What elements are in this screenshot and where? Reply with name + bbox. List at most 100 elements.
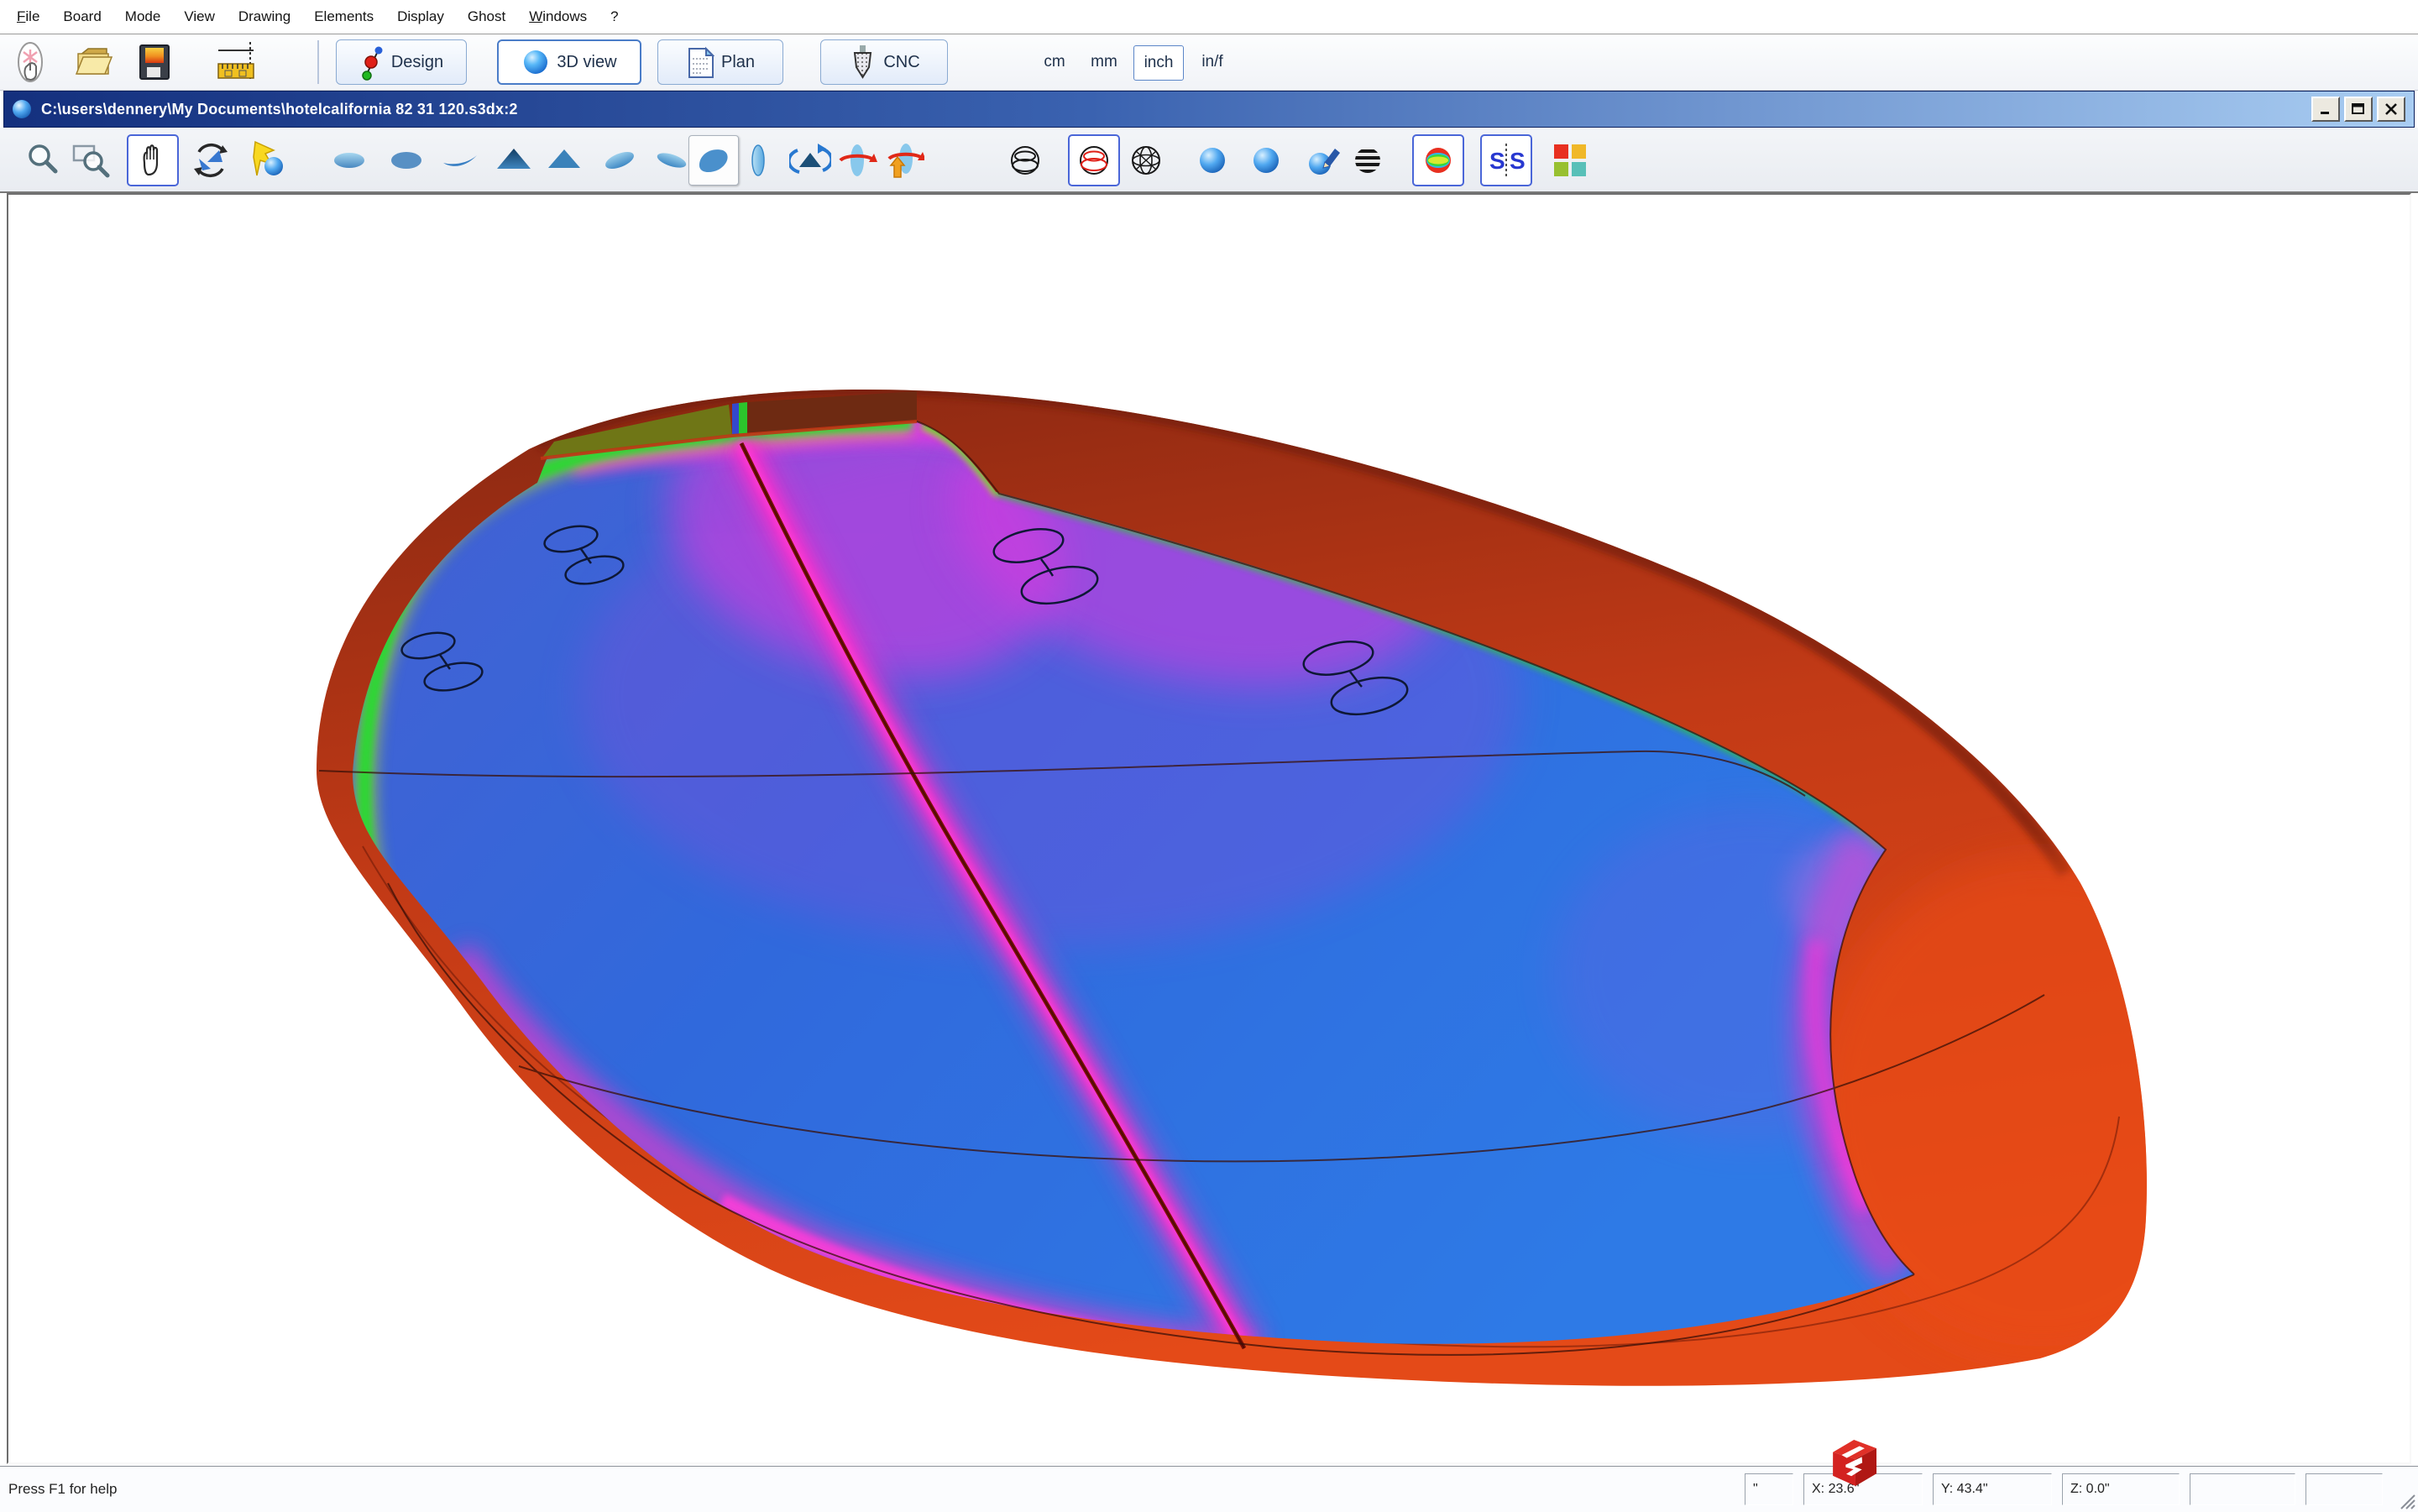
shaded-smooth-sphere-icon bbox=[1246, 140, 1286, 180]
menu-mode[interactable]: Mode bbox=[113, 0, 173, 34]
symmetry-check-button[interactable]: S S bbox=[1480, 134, 1532, 186]
design-mode-button[interactable]: Design bbox=[336, 39, 467, 85]
view-top-button[interactable] bbox=[328, 139, 370, 181]
sketchup-logo-icon bbox=[1824, 1432, 1886, 1491]
view-outline-icon bbox=[739, 141, 777, 180]
svg-text:S: S bbox=[1489, 148, 1505, 174]
unit-inch[interactable]: inch bbox=[1133, 45, 1184, 81]
zoom-window-icon bbox=[71, 141, 112, 180]
menu-board[interactable]: Board bbox=[51, 0, 113, 34]
menu-elements[interactable]: Elements bbox=[302, 0, 385, 34]
save-icon bbox=[135, 42, 174, 82]
textured-sphere-icon bbox=[1301, 140, 1343, 180]
save-file-button[interactable] bbox=[133, 40, 176, 84]
menu-help[interactable]: ? bbox=[599, 0, 630, 34]
view-persp-right-icon bbox=[652, 141, 691, 180]
view-toolbar: S S bbox=[0, 128, 2418, 193]
3d-view-mode-button[interactable]: 3D view bbox=[497, 39, 641, 85]
pan-tool-button[interactable] bbox=[127, 134, 179, 186]
unit-mm[interactable]: mm bbox=[1083, 45, 1125, 79]
open-file-button[interactable] bbox=[72, 40, 116, 84]
auto-rotate-icon bbox=[789, 140, 831, 180]
stripes-map-icon bbox=[1348, 140, 1388, 180]
view-persp-right-button[interactable] bbox=[651, 139, 693, 181]
3d-view-mode-label: 3D view bbox=[557, 53, 616, 72]
close-button[interactable] bbox=[2377, 97, 2405, 122]
rotate-axis-step-button[interactable] bbox=[883, 139, 925, 181]
status-bar: Press F1 for help " X: 23.6" Y: 43.4" Z:… bbox=[0, 1466, 2418, 1512]
view-front-button[interactable] bbox=[493, 139, 535, 181]
plan-mode-button[interactable]: Plan bbox=[657, 39, 783, 85]
zoom-tool-button[interactable] bbox=[22, 139, 64, 181]
render-light-button[interactable] bbox=[249, 139, 290, 181]
toolbar-separator bbox=[317, 40, 319, 84]
shaded-sphere-icon bbox=[1192, 140, 1233, 180]
design-mode-label: Design bbox=[391, 53, 443, 72]
color-settings-button[interactable] bbox=[1549, 139, 1591, 181]
minimize-icon bbox=[2318, 102, 2333, 116]
menu-view[interactable]: View bbox=[172, 0, 227, 34]
view-outline-button[interactable] bbox=[737, 139, 779, 181]
menu-file[interactable]: File bbox=[5, 0, 51, 34]
minimize-button[interactable] bbox=[2311, 97, 2340, 122]
view-persp-left-icon bbox=[600, 141, 639, 180]
view-bottom-icon bbox=[387, 141, 426, 180]
textured-button[interactable] bbox=[1301, 139, 1343, 181]
wireframe-mesh-button[interactable] bbox=[1125, 139, 1167, 181]
sketchup-export-button[interactable] bbox=[1824, 1432, 1886, 1495]
menu-bar: File Board Mode View Drawing Elements Di… bbox=[0, 0, 2418, 34]
rotate-3d-icon bbox=[191, 140, 231, 180]
view-back-button[interactable] bbox=[543, 139, 585, 181]
unit-cm[interactable]: cm bbox=[1035, 45, 1074, 79]
resize-grip[interactable] bbox=[2398, 1492, 2416, 1510]
status-help-text: Press F1 for help bbox=[8, 1467, 117, 1512]
plan-icon bbox=[686, 45, 714, 79]
status-z-coordinate: Z: 0.0" bbox=[2062, 1473, 2180, 1505]
render-light-icon bbox=[249, 140, 290, 180]
view-front-icon bbox=[495, 141, 533, 180]
document-title-bar[interactable]: C:\users\dennery\My Documents\hotelcalif… bbox=[3, 91, 2415, 128]
rotate-3d-button[interactable] bbox=[190, 139, 232, 181]
cnc-icon bbox=[848, 44, 877, 81]
wireframe-icon bbox=[1005, 140, 1045, 180]
view-rocker-icon bbox=[441, 141, 479, 180]
menu-display[interactable]: Display bbox=[385, 0, 456, 34]
menu-windows[interactable]: Windows bbox=[517, 0, 599, 34]
wireframe-slices-button[interactable] bbox=[1068, 134, 1120, 186]
shaded-button[interactable] bbox=[1191, 139, 1233, 181]
design-icon bbox=[359, 44, 385, 81]
status-empty-panel bbox=[2305, 1473, 2383, 1505]
wireframe-mesh-icon bbox=[1126, 140, 1166, 180]
view-persp-left-button[interactable] bbox=[599, 139, 641, 181]
auto-rotate-button[interactable] bbox=[789, 139, 831, 181]
ruler-icon bbox=[217, 40, 260, 84]
stripes-map-button[interactable] bbox=[1347, 139, 1389, 181]
status-unit-panel: " bbox=[1745, 1473, 1793, 1505]
close-icon bbox=[2384, 102, 2399, 116]
cnc-mode-button[interactable]: CNC bbox=[820, 39, 948, 85]
curvature-map-icon bbox=[1418, 140, 1458, 180]
menu-ghost[interactable]: Ghost bbox=[456, 0, 517, 34]
svg-text:S: S bbox=[1510, 148, 1526, 174]
rotate-axis-button[interactable] bbox=[836, 139, 878, 181]
view-bottom-button[interactable] bbox=[385, 139, 427, 181]
wireframe-button[interactable] bbox=[1004, 139, 1046, 181]
rotate-axis-step-icon bbox=[884, 140, 924, 180]
pan-hand-icon bbox=[134, 141, 171, 180]
view-rocker-button[interactable] bbox=[439, 139, 481, 181]
plan-mode-label: Plan bbox=[721, 53, 755, 72]
maximize-button[interactable] bbox=[2344, 97, 2373, 122]
view-perspective-button[interactable] bbox=[688, 135, 739, 186]
measurements-button[interactable] bbox=[217, 40, 260, 84]
unit-inf[interactable]: in/f bbox=[1191, 45, 1234, 79]
maximize-icon bbox=[2351, 102, 2366, 116]
new-board-button[interactable] bbox=[10, 40, 54, 84]
shaded-smooth-button[interactable] bbox=[1245, 139, 1287, 181]
menu-drawing[interactable]: Drawing bbox=[227, 0, 302, 34]
viewport-canvas[interactable] bbox=[7, 193, 2411, 1464]
curvature-map-button[interactable] bbox=[1412, 134, 1464, 186]
zoom-window-button[interactable] bbox=[71, 139, 113, 181]
view-back-icon bbox=[545, 141, 584, 180]
view-top-icon bbox=[330, 141, 369, 180]
main-toolbar: Design 3D view Plan CNC cm mm inch in/f bbox=[0, 35, 2418, 91]
